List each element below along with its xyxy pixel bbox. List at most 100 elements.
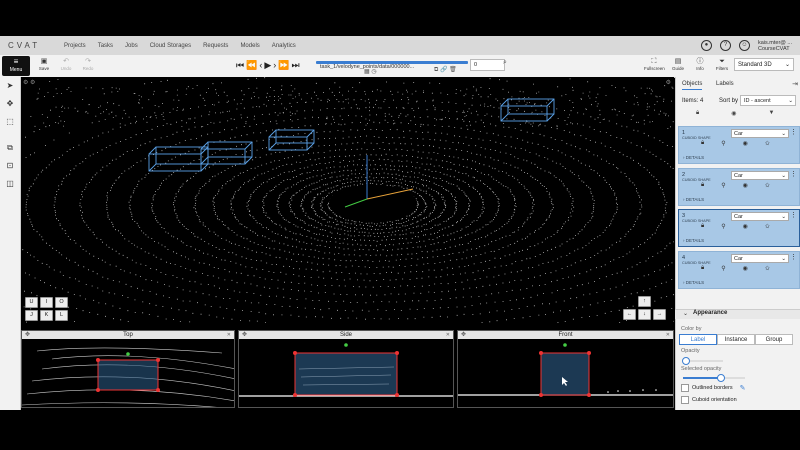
color-picker-icon[interactable]: ✎ xyxy=(740,384,746,392)
nav-jobs[interactable]: Jobs xyxy=(125,43,138,49)
user-menu[interactable]: kais.mter@ ... CourseCVAT xyxy=(758,40,792,52)
collapse-sidebar-icon[interactable]: ⇥ xyxy=(792,80,798,88)
key-u-button[interactable]: U xyxy=(25,297,38,308)
lock-all-icon[interactable]: 🔒︎ xyxy=(696,110,699,117)
visibility-icon[interactable]: ◉ xyxy=(743,223,748,230)
frame-number-input[interactable]: 0 xyxy=(470,59,505,71)
pin-icon[interactable]: ⚲ xyxy=(721,140,725,147)
color-by-group-option[interactable]: Group xyxy=(755,334,793,345)
opacity-slider[interactable] xyxy=(682,357,723,365)
nav-cloud-storages[interactable]: Cloud Storages xyxy=(150,43,191,49)
menu-button[interactable]: ≡ Menu xyxy=(2,56,30,76)
view-expand-icon[interactable]: ⚙ xyxy=(666,79,671,86)
key-l-button[interactable]: L xyxy=(55,310,68,321)
side-view[interactable]: ✥ Side ✕ xyxy=(238,330,454,408)
nav-analytics[interactable]: Analytics xyxy=(272,43,296,49)
object-label-select[interactable]: Car ⌄ xyxy=(731,212,789,221)
split-icon[interactable]: ◫ xyxy=(5,179,15,188)
view-settings-icon[interactable]: ⚙ ⚙ xyxy=(23,79,35,86)
lock-icon[interactable]: 🔒︎ xyxy=(701,223,704,230)
visibility-icon[interactable]: ◉ xyxy=(743,265,748,272)
key-o-button[interactable]: O xyxy=(55,297,68,308)
group-icon[interactable]: ⊡ xyxy=(5,161,15,170)
object-menu-icon[interactable]: ⋮ xyxy=(790,128,797,136)
object-item[interactable]: 2 CUBOID SHAPE Car ⌄ ⋮ 🔒︎ ⚲ ◉ ✩ › DETAILS xyxy=(678,168,800,206)
cuboid-1[interactable] xyxy=(148,146,209,172)
move-icon[interactable]: ✥ xyxy=(25,331,30,339)
visibility-icon[interactable]: ◉ xyxy=(743,182,748,189)
object-details-toggle[interactable]: › DETAILS xyxy=(683,280,704,285)
filters-button[interactable]: ⏷ Filters xyxy=(712,57,732,71)
info-button[interactable]: ⓘ Info xyxy=(690,57,710,71)
object-item[interactable]: 4 CUBOID SHAPE Car ⌄ ⋮ 🔒︎ ⚲ ◉ ✩ › DETAILS xyxy=(678,251,800,289)
object-label-select[interactable]: Car ⌄ xyxy=(731,254,789,263)
pin-icon[interactable]: ⚲ xyxy=(721,182,725,189)
pin-icon[interactable]: ⚲ xyxy=(721,265,725,272)
undo-button[interactable]: ↶ Undo xyxy=(56,57,76,71)
move-icon[interactable]: ✥ xyxy=(461,331,466,339)
arrow-up-button[interactable]: ↑ xyxy=(638,296,651,307)
star-icon[interactable]: ✩ xyxy=(765,265,770,272)
selected-opacity-slider[interactable] xyxy=(683,374,745,382)
cuboid-2[interactable] xyxy=(200,141,253,165)
object-menu-icon[interactable]: ⋮ xyxy=(790,253,797,261)
object-menu-icon[interactable]: ⋮ xyxy=(790,170,797,178)
object-label-select[interactable]: Car ⌄ xyxy=(731,129,789,138)
link-icon[interactable]: 🔗 xyxy=(440,67,447,73)
search-icon[interactable]: ⌕ xyxy=(503,59,507,67)
top-view-cuboid[interactable] xyxy=(97,359,159,391)
object-details-toggle[interactable]: › DETAILS xyxy=(683,155,704,160)
lock-icon[interactable]: 🔒︎ xyxy=(701,265,704,272)
front-view[interactable]: ✥ Front ✕ xyxy=(457,330,674,408)
redo-button[interactable]: ↷ Redo xyxy=(78,57,98,71)
nav-projects[interactable]: Projects xyxy=(64,43,86,49)
cuboid-tool-icon[interactable]: ⬚ xyxy=(5,117,15,126)
view-mode-select[interactable]: Standard 3D ⌄ xyxy=(734,58,794,71)
help-icon[interactable]: ? xyxy=(719,40,731,51)
close-icon[interactable]: ✕ xyxy=(446,331,450,339)
nav-requests[interactable]: Requests xyxy=(203,43,228,49)
github-icon[interactable]: ● xyxy=(700,40,712,51)
sort-select[interactable]: ID - ascent ⌄ xyxy=(740,95,796,106)
lock-icon[interactable]: 🔒︎ xyxy=(701,182,704,189)
key-i-button[interactable]: I xyxy=(40,297,53,308)
star-icon[interactable]: ✩ xyxy=(765,182,770,189)
tab-labels[interactable]: Labels xyxy=(716,81,734,87)
copy-icon[interactable]: ⧉ xyxy=(434,67,438,73)
object-item[interactable]: 1 CUBOID SHAPE Car ⌄ ⋮ 🔒︎ ⚲ ◉ ✩ › DETAILS xyxy=(678,126,800,164)
save-button[interactable]: ▣ Save xyxy=(34,57,54,71)
object-details-toggle[interactable]: › DETAILS xyxy=(683,197,704,202)
key-k-button[interactable]: K xyxy=(40,310,53,321)
delete-frame-icon[interactable]: 🗑 xyxy=(449,67,457,73)
arrow-left-button[interactable]: ← xyxy=(623,309,636,320)
object-details-toggle[interactable]: › DETAILS xyxy=(683,238,704,243)
object-item[interactable]: 3 CUBOID SHAPE Car ⌄ ⋮ 🔒︎ ⚲ ◉ ✩ › DETAILS xyxy=(678,209,800,247)
user-avatar-icon[interactable]: ☺ xyxy=(738,40,750,51)
star-icon[interactable]: ✩ xyxy=(765,140,770,147)
cursor-icon[interactable]: ➤ xyxy=(5,81,15,90)
arrow-right-button[interactable]: → xyxy=(653,309,666,320)
side-view-cuboid[interactable] xyxy=(294,352,398,396)
back-step-icon[interactable]: ⏪ xyxy=(246,60,259,70)
lock-icon[interactable]: 🔒︎ xyxy=(701,140,704,147)
object-label-select[interactable]: Car ⌄ xyxy=(731,171,789,180)
star-icon[interactable]: ✩ xyxy=(765,223,770,230)
fullscreen-button[interactable]: ⛶ Fullscreen xyxy=(644,57,665,71)
cuboid-orientation-checkbox[interactable]: Cuboid orientation xyxy=(681,396,737,404)
arrow-down-button[interactable]: ↓ xyxy=(638,309,651,320)
move-icon[interactable]: ✥ xyxy=(5,99,15,108)
color-by-label-option[interactable]: Label xyxy=(679,334,717,345)
last-frame-icon[interactable]: ⏭ xyxy=(291,60,301,70)
close-icon[interactable]: ✕ xyxy=(666,331,670,339)
cuboid-3[interactable] xyxy=(268,129,315,151)
object-menu-icon[interactable]: ⋮ xyxy=(790,211,797,219)
cuboid-4[interactable] xyxy=(500,98,555,122)
expand-all-icon[interactable]: ▼ xyxy=(768,110,774,117)
tab-objects[interactable]: Objects xyxy=(682,81,703,90)
key-j-button[interactable]: J xyxy=(25,310,38,321)
opacity-slider-handle[interactable] xyxy=(682,357,690,365)
pin-icon[interactable]: ⚲ xyxy=(721,223,725,230)
move-icon[interactable]: ✥ xyxy=(242,331,247,339)
front-view-cuboid[interactable] xyxy=(540,352,590,396)
close-icon[interactable]: ✕ xyxy=(227,331,231,339)
